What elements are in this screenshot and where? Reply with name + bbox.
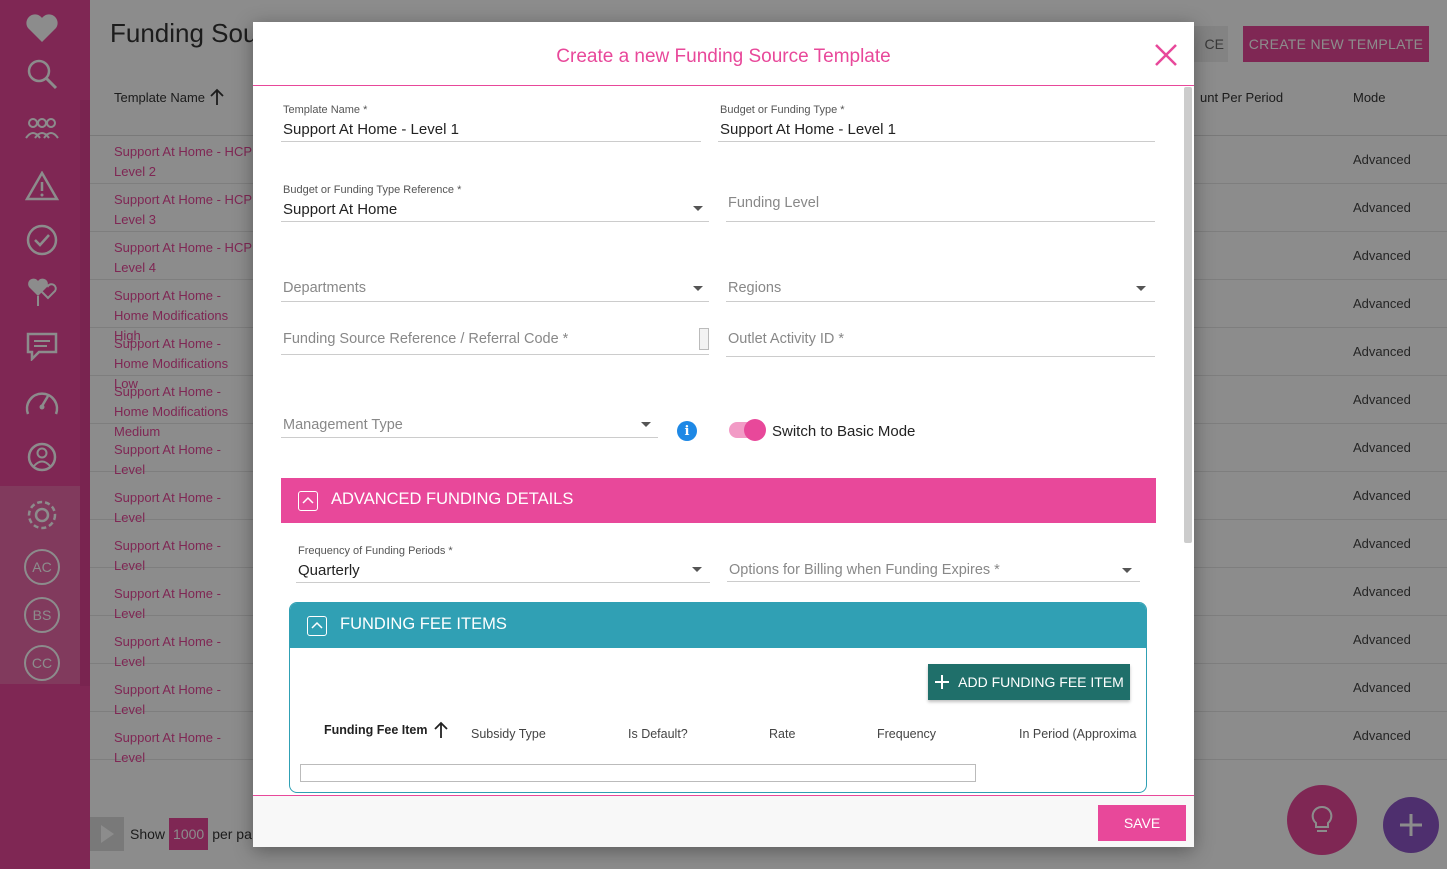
- advanced-funding-title: ADVANCED FUNDING DETAILS: [331, 490, 574, 508]
- budget-type-label: Budget or Funding Type *: [720, 104, 845, 116]
- fee-table-scrollbar[interactable]: [300, 764, 976, 782]
- plus-icon: [935, 675, 950, 689]
- funding-fee-items-title: FUNDING FEE ITEMS: [340, 615, 507, 633]
- billing-options-select[interactable]: Options for Billing when Funding Expires…: [727, 560, 1140, 582]
- chevron-down-icon: [1122, 568, 1132, 573]
- add-funding-fee-item-label: ADD FUNDING FEE ITEM: [958, 674, 1124, 690]
- funding-fee-items-header[interactable]: FUNDING FEE ITEMS: [290, 603, 1146, 648]
- budget-type-reference-select[interactable]: Budget or Funding Type Reference * Suppo…: [281, 184, 709, 222]
- frequency-value: Quarterly: [298, 562, 360, 579]
- column-funding-fee-item-label: Funding Fee Item: [324, 723, 428, 737]
- management-type-select[interactable]: Management Type: [281, 410, 658, 438]
- billing-options-placeholder: Options for Billing when Funding Expires…: [729, 562, 1000, 578]
- referral-code-field[interactable]: Funding Source Reference / Referral Code…: [281, 324, 709, 355]
- add-funding-fee-item-button[interactable]: ADD FUNDING FEE ITEM: [928, 664, 1130, 700]
- column-in-period[interactable]: In Period (Approxima: [1019, 727, 1139, 741]
- column-rate[interactable]: Rate: [769, 727, 795, 741]
- chevron-down-icon: [692, 567, 702, 572]
- departments-select[interactable]: Departments: [281, 273, 709, 302]
- column-is-default[interactable]: Is Default?: [628, 727, 688, 741]
- save-button[interactable]: SAVE: [1098, 805, 1186, 841]
- outlet-activity-placeholder: Outlet Activity ID *: [728, 331, 845, 347]
- template-name-label: Template Name *: [283, 104, 368, 116]
- modal-body: Template Name * Support At Home - Level …: [253, 87, 1194, 795]
- resize-handle[interactable]: [699, 328, 709, 350]
- column-funding-fee-item[interactable]: Funding Fee Item: [324, 721, 449, 739]
- chevron-up-icon[interactable]: [307, 616, 327, 636]
- toggle-knob: [744, 419, 766, 441]
- basic-mode-label: Switch to Basic Mode: [772, 423, 916, 440]
- budget-type-field[interactable]: Budget or Funding Type * Support At Home…: [718, 104, 1155, 142]
- modal-scrollbar[interactable]: [1184, 87, 1192, 543]
- budget-ref-label: Budget or Funding Type Reference *: [283, 184, 462, 196]
- chevron-down-icon: [693, 206, 703, 211]
- funding-level-placeholder: Funding Level: [728, 195, 820, 211]
- referral-code-placeholder: Funding Source Reference / Referral Code…: [283, 331, 569, 347]
- outlet-activity-field[interactable]: Outlet Activity ID *: [726, 324, 1155, 357]
- regions-placeholder: Regions: [728, 280, 782, 296]
- departments-placeholder: Departments: [283, 280, 367, 296]
- chevron-down-icon: [1136, 286, 1146, 291]
- template-name-value: Support At Home - Level 1: [283, 121, 459, 138]
- frequency-select[interactable]: Frequency of Funding Periods * Quarterly: [296, 545, 710, 583]
- modal-title: Create a new Funding Source Template: [556, 46, 891, 67]
- basic-mode-toggle[interactable]: [729, 419, 766, 441]
- column-subsidy-type[interactable]: Subsidy Type: [471, 727, 546, 741]
- column-frequency[interactable]: Frequency: [877, 727, 936, 741]
- template-name-field[interactable]: Template Name * Support At Home - Level …: [281, 104, 701, 142]
- modal-footer: SAVE: [253, 795, 1194, 847]
- frequency-label: Frequency of Funding Periods *: [298, 545, 453, 557]
- management-type-placeholder: Management Type: [283, 417, 403, 433]
- advanced-funding-section-header[interactable]: ADVANCED FUNDING DETAILS: [281, 478, 1156, 523]
- chevron-down-icon: [641, 422, 651, 427]
- chevron-up-icon[interactable]: [298, 491, 318, 511]
- funding-fee-items-panel: FUNDING FEE ITEMS ADD FUNDING FEE ITEM F…: [289, 602, 1147, 793]
- close-icon[interactable]: [1153, 42, 1179, 68]
- modal-header: Create a new Funding Source Template: [253, 22, 1194, 86]
- funding-level-field[interactable]: Funding Level: [726, 184, 1155, 222]
- regions-select[interactable]: Regions: [726, 273, 1155, 302]
- create-template-modal: Create a new Funding Source Template Tem…: [253, 22, 1194, 847]
- sort-up-icon: [434, 721, 449, 738]
- budget-ref-value: Support At Home: [283, 201, 398, 218]
- chevron-down-icon: [693, 286, 703, 291]
- info-icon[interactable]: i: [677, 421, 697, 441]
- budget-type-value: Support At Home - Level 1: [720, 121, 896, 138]
